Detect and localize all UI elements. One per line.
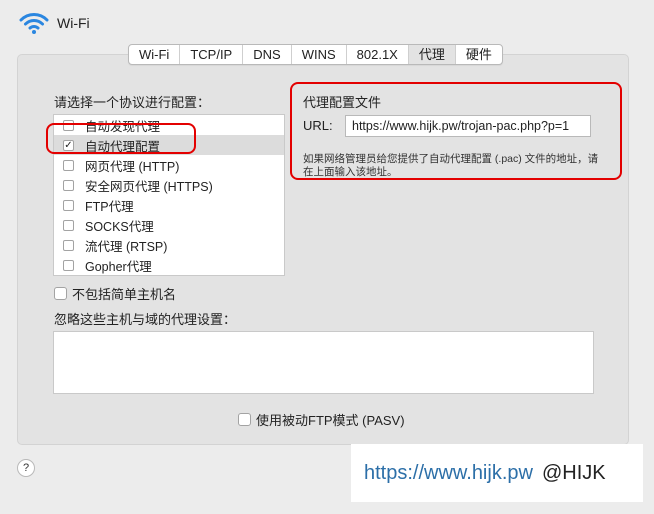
- passive-ftp-label: 使用被动FTP模式 (PASV): [256, 413, 405, 428]
- window-title: Wi-Fi: [57, 15, 90, 31]
- bypass-label: 忽略这些主机与域的代理设置：: [54, 312, 237, 327]
- url-label: URL:: [303, 118, 333, 133]
- protocol-checkbox[interactable]: [63, 219, 74, 231]
- protocol-label: 自动发现代理: [85, 119, 161, 134]
- tab-bar: Wi-Fi TCP/IP DNS WINS 802.1X 代理 硬件: [128, 44, 503, 65]
- protocol-socks[interactable]: SOCKS代理: [54, 215, 284, 235]
- protocol-checkbox[interactable]: ✓: [63, 139, 74, 151]
- protocol-checkbox[interactable]: [63, 119, 74, 131]
- protocol-list: 自动发现代理 ✓ 自动代理配置 网页代理 (HTTP) 安全网页代理 (HTTP…: [53, 114, 285, 276]
- protocol-https[interactable]: 安全网页代理 (HTTPS): [54, 175, 284, 195]
- protocol-checkbox[interactable]: [63, 239, 74, 251]
- protocol-label: 自动代理配置: [85, 139, 161, 154]
- passive-ftp-checkbox[interactable]: [238, 413, 251, 426]
- passive-ftp-option[interactable]: 使用被动FTP模式 (PASV): [238, 410, 405, 429]
- protocol-label: Gopher代理: [85, 259, 152, 274]
- tab-wifi[interactable]: Wi-Fi: [129, 45, 181, 64]
- protocol-checkbox[interactable]: [63, 259, 74, 271]
- tab-tcpip[interactable]: TCP/IP: [180, 45, 244, 64]
- protocol-heading: 请选择一个协议进行配置：: [54, 95, 211, 110]
- pac-note: 如果网络管理员给您提供了自动代理配置 (.pac) 文件的地址，请在上面输入该地…: [303, 153, 599, 178]
- protocol-rtsp[interactable]: 流代理 (RTSP): [54, 235, 284, 255]
- protocol-auto-proxy-config[interactable]: ✓ 自动代理配置: [54, 135, 284, 155]
- exclude-simple-hosts-checkbox[interactable]: [54, 287, 67, 300]
- exclude-simple-hosts[interactable]: 不包括简单主机名: [54, 284, 176, 303]
- protocol-label: SOCKS代理: [85, 219, 154, 234]
- checkmark-icon: ✓: [64, 139, 73, 151]
- protocol-label: 流代理 (RTSP): [85, 239, 168, 254]
- tab-proxies[interactable]: 代理: [408, 45, 456, 64]
- exclude-simple-hosts-label: 不包括简单主机名: [72, 287, 177, 302]
- protocol-label: 安全网页代理 (HTTPS): [85, 179, 213, 194]
- protocol-checkbox[interactable]: [63, 179, 74, 191]
- protocol-label: FTP代理: [85, 199, 134, 214]
- pac-url-input[interactable]: [345, 115, 591, 137]
- protocol-label: 网页代理 (HTTP): [85, 159, 180, 174]
- protocol-auto-discovery[interactable]: 自动发现代理: [54, 115, 284, 135]
- watermark: https://www.hijk.pw @HIJK: [351, 444, 643, 502]
- tab-wins[interactable]: WINS: [292, 45, 347, 64]
- tab-dns[interactable]: DNS: [243, 45, 292, 64]
- bypass-hosts-field[interactable]: [53, 331, 594, 394]
- watermark-url: https://www.hijk.pw: [364, 461, 533, 484]
- pac-heading: 代理配置文件: [303, 95, 382, 110]
- help-button[interactable]: ?: [17, 459, 35, 477]
- tab-8021x[interactable]: 802.1X: [347, 45, 409, 64]
- protocol-http[interactable]: 网页代理 (HTTP): [54, 155, 284, 175]
- protocol-checkbox[interactable]: [63, 159, 74, 171]
- watermark-handle: @HIJK: [541, 461, 606, 484]
- tab-hardware[interactable]: 硬件: [456, 45, 502, 64]
- protocol-checkbox[interactable]: [63, 199, 74, 211]
- protocol-ftp[interactable]: FTP代理: [54, 195, 284, 215]
- protocol-gopher[interactable]: Gopher代理: [54, 255, 284, 275]
- wifi-icon: [19, 13, 49, 34]
